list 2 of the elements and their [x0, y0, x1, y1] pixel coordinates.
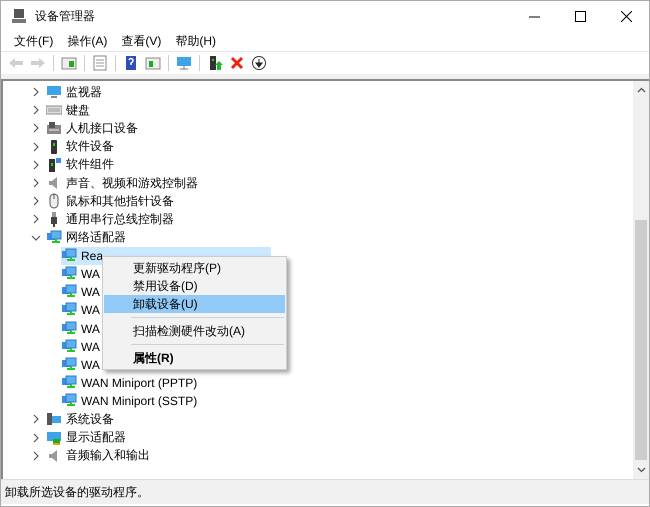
window-title: 设备管理器 [35, 8, 96, 24]
status-text: 卸载所选设备的驱动程序。 [5, 484, 149, 500]
